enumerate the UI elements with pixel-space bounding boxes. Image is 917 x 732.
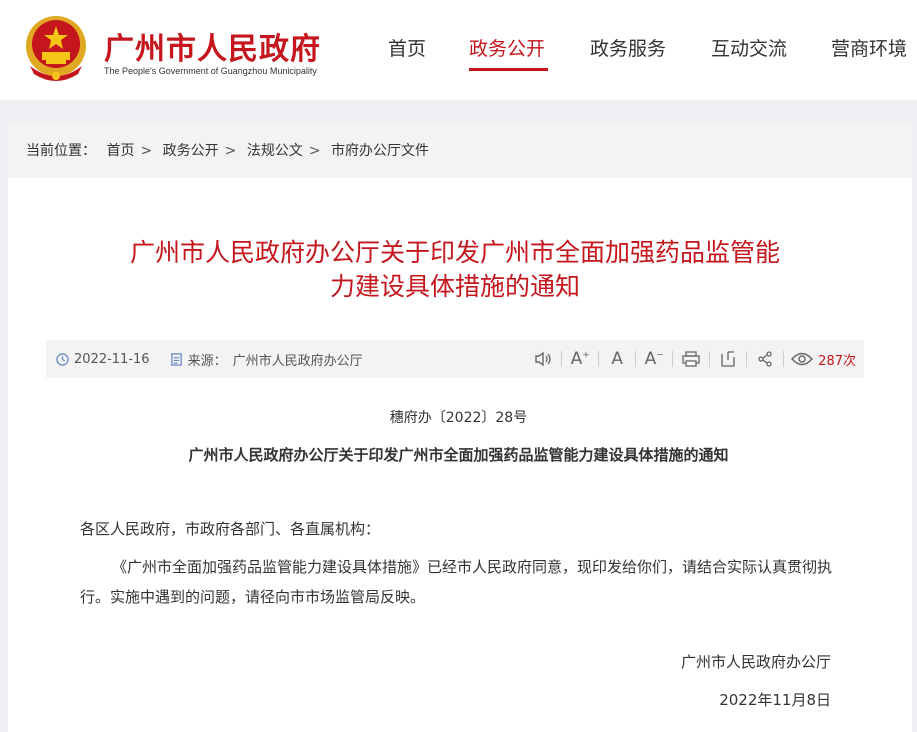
toolbar-divider	[561, 351, 563, 367]
font-reset-icon[interactable]: A	[605, 348, 629, 370]
source-label: 来源：	[187, 354, 227, 369]
nav-business-env[interactable]: 营商环境	[831, 34, 907, 61]
font-decrease-icon[interactable]: A−	[642, 348, 666, 370]
nav-gov-affairs-open[interactable]: 政务公开	[469, 34, 545, 61]
toolbar-divider	[746, 351, 748, 367]
article-title-line-1: 广州市人民政府办公厅关于印发广州市全面加强药品监管能	[129, 238, 780, 267]
clock-icon	[56, 353, 69, 366]
site-header: 广州市人民政府 The People's Government of Guang…	[0, 0, 917, 100]
breadcrumb: 当前位置： 首页 > 政务公开 > 法规公文 > 市府办公厅文件	[8, 122, 912, 178]
article-toolbar: A+ A A− 287次	[531, 346, 856, 372]
toolbar-divider	[598, 351, 600, 367]
breadcrumb-regulations[interactable]: 法规公文	[247, 143, 303, 159]
site-subtitle: The People's Government of Guangzhou Mun…	[104, 66, 317, 76]
eye-icon	[790, 348, 814, 370]
salutation: 各区人民政府，市政府各部门、各直属机构：	[80, 520, 381, 538]
bookmark-icon[interactable]	[716, 348, 740, 370]
nav-gov-services[interactable]: 政务服务	[590, 34, 666, 61]
toolbar-divider	[635, 351, 637, 367]
speaker-icon[interactable]	[531, 348, 555, 370]
source-value: 广州市人民政府办公厅	[232, 354, 363, 369]
toolbar-divider	[709, 351, 711, 367]
nav-active-underline	[469, 68, 548, 71]
article-meta-bar: 2022-11-16 来源： 广州市人民政府办公厅 A+ A A− 287次	[46, 340, 864, 378]
share-icon[interactable]	[753, 348, 777, 370]
toolbar-divider	[783, 351, 785, 367]
national-emblem-icon[interactable]	[22, 14, 90, 84]
article-subtitle: 广州市人民政府办公厅关于印发广州市全面加强药品监管能力建设具体措施的通知	[188, 446, 729, 464]
document-icon	[170, 353, 182, 366]
toolbar-divider	[672, 351, 674, 367]
article-title-line-2: 力建设具体措施的通知	[329, 272, 580, 301]
chevron-right-icon: >	[308, 143, 321, 159]
document-number: 穗府办〔2022〕28号	[389, 410, 528, 426]
sign-date: 2022年11月8日	[719, 691, 831, 709]
print-icon[interactable]	[679, 348, 703, 370]
breadcrumb-home[interactable]: 首页	[106, 143, 134, 159]
article-body: 《广州市全面加强药品监管能力建设具体措施》已经市人民政府同意，现印发给你们，请结…	[80, 558, 833, 606]
font-increase-icon[interactable]: A+	[568, 348, 592, 370]
site-title[interactable]: 广州市人民政府	[104, 24, 321, 68]
publish-date: 2022-11-16	[74, 352, 150, 367]
signature: 广州市人民政府办公厅	[680, 653, 831, 671]
breadcrumb-prefix: 当前位置：	[26, 143, 96, 159]
breadcrumb-gov-affairs[interactable]: 政务公开	[163, 143, 219, 159]
nav-interaction[interactable]: 互动交流	[711, 34, 787, 61]
article-title: 广州市人民政府办公厅关于印发广州市全面加强药品监管能 力建设具体措施的通知	[60, 236, 850, 304]
breadcrumb-office-docs[interactable]: 市府办公厅文件	[331, 143, 429, 159]
nav-home[interactable]: 首页	[388, 34, 426, 61]
chevron-right-icon: >	[140, 143, 153, 159]
view-count: 287次	[818, 353, 856, 369]
chevron-right-icon: >	[224, 143, 237, 159]
article-card	[8, 122, 912, 732]
